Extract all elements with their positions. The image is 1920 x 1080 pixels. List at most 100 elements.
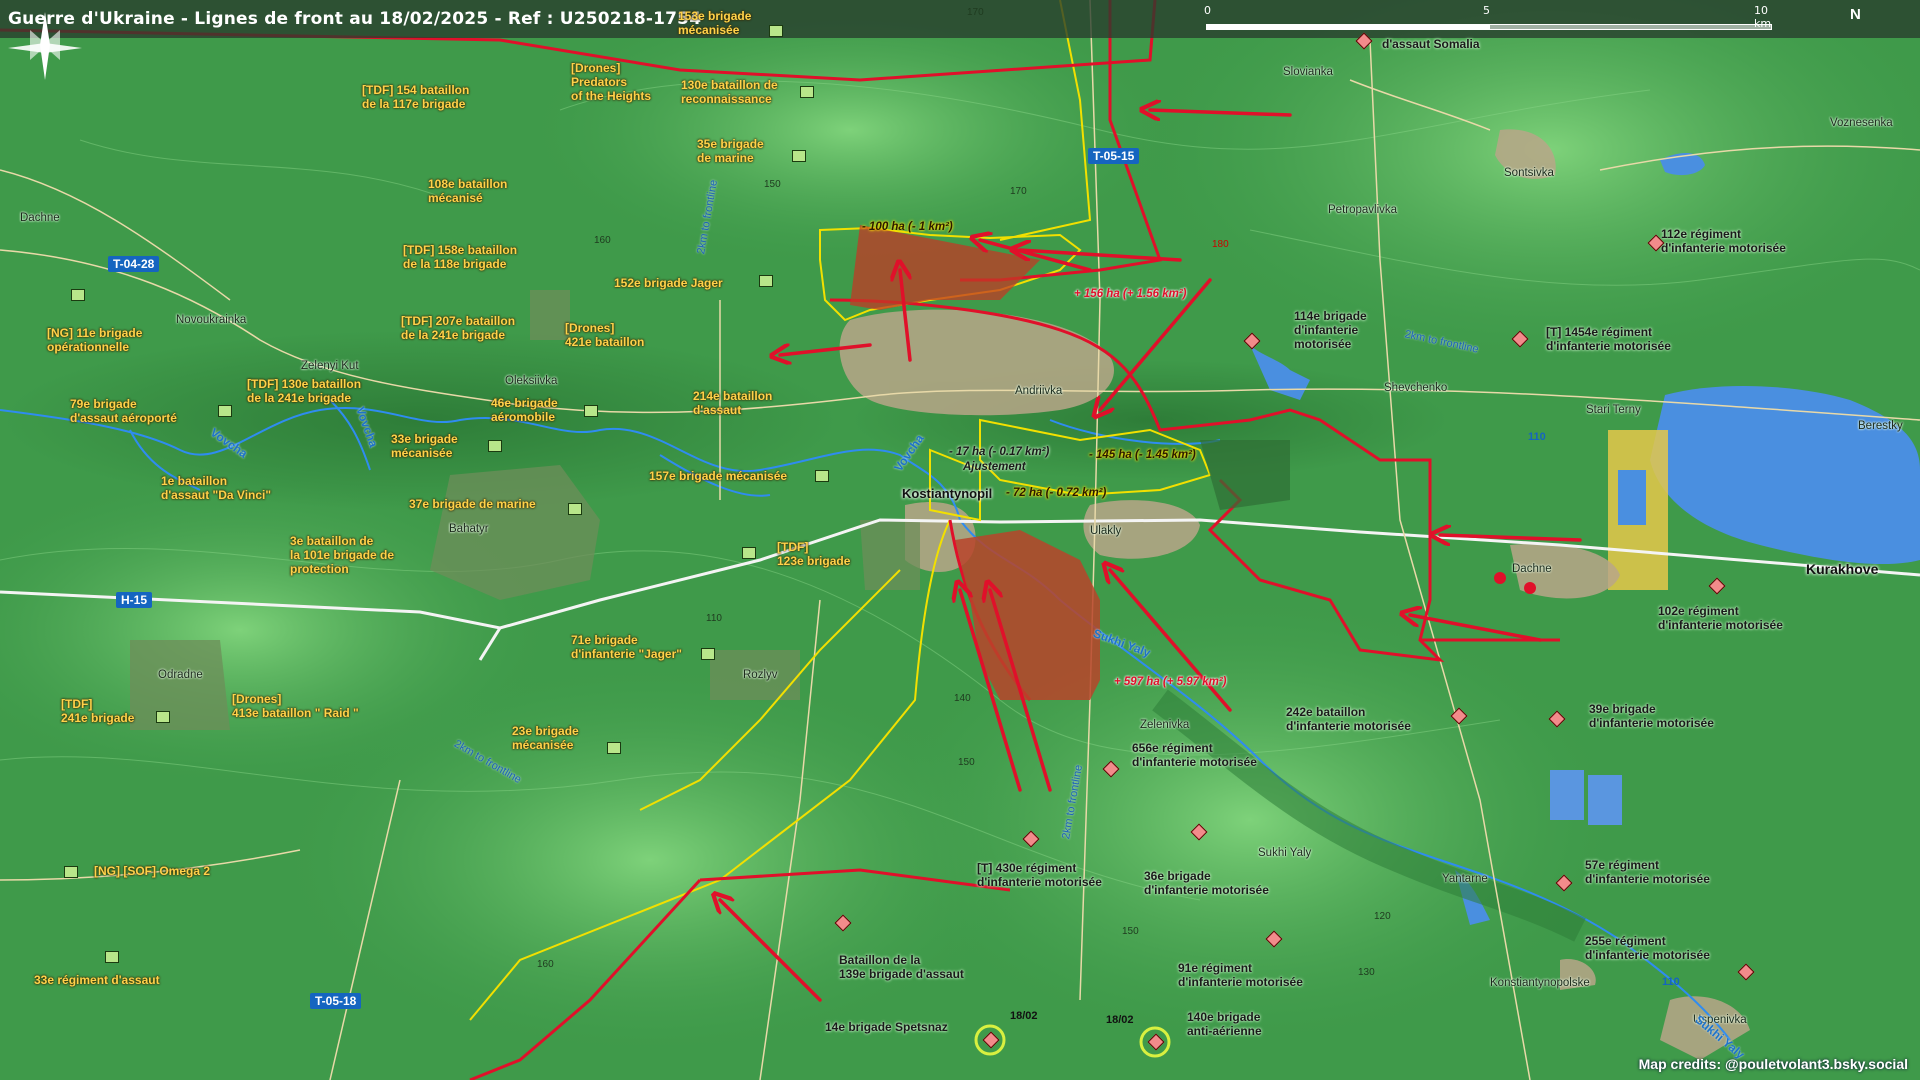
ua-unit-drones-413: [Drones] 413e bataillon " Raid " xyxy=(232,692,359,720)
ru-unit-91-regiment: 91e régiment d'infanterie motorisée xyxy=(1178,961,1303,989)
ua-unit-35-marine: 35e brigade de marine xyxy=(697,137,764,165)
ua-unit-108-mechanized: 108e bataillon mécanisé xyxy=(428,177,508,205)
ua-unit-152-jager: 152e brigade Jager xyxy=(614,276,723,290)
ua-unit-symbol-icon xyxy=(769,25,783,37)
ru-unit-57-regiment: 57e régiment d'infanterie motorisée xyxy=(1585,858,1710,886)
elev-160b: 160 xyxy=(537,959,554,970)
ru-unit-14-spetsnaz: 14e brigade Spetsnaz xyxy=(825,1020,948,1034)
road-110-south: 110 xyxy=(1662,976,1680,988)
scale-segment-2 xyxy=(1489,24,1772,30)
ru-unit-140-aa-brigade: 140e brigade anti-aérienne xyxy=(1187,1010,1262,1038)
elev-170b: 170 xyxy=(1010,186,1027,197)
town-odradne: Odradne xyxy=(158,669,203,681)
ru-unit-102-regiment: 102e régiment d'infanterie motorisée xyxy=(1658,604,1783,632)
ua-unit-130-reconnaissance: 130e bataillon de reconnaissance xyxy=(681,78,778,106)
ua-unit-157-mechanized: 157e brigade mécanisée xyxy=(649,469,788,483)
town-oleksiivka: Oleksiivka xyxy=(505,375,558,387)
date-tag-2: 18/02 xyxy=(1106,1014,1134,1026)
ua-unit-33-mechanized: 33e brigade mécanisée xyxy=(391,432,458,460)
town-voznesenka: Voznesenka xyxy=(1830,117,1893,129)
ua-unit-symbol-icon xyxy=(607,742,621,754)
town-dachne-west: Dachne xyxy=(20,212,60,224)
change-minus-72ha: - 72 ha (- 0.72 km²) xyxy=(1006,487,1107,499)
elev-130: 130 xyxy=(1358,967,1375,978)
town-ulakly: Ulakly xyxy=(1090,525,1122,537)
ru-unit-242-battalion: 242e bataillon d'infanterie motorisée xyxy=(1286,705,1411,733)
ua-unit-23-mechanized: 23e brigade mécanisée xyxy=(512,724,579,752)
town-petropavlivka: Petropavlivka xyxy=(1328,204,1398,216)
change-ajustement: Ajustement xyxy=(963,461,1026,473)
road-t0518: T-05-18 xyxy=(310,993,362,1009)
terrain-layer xyxy=(0,0,1920,1080)
ru-unit-somalia: d'assaut Somalia xyxy=(1382,37,1480,51)
ua-unit-tdf-158: [TDF] 158e bataillon de la 118e brigade xyxy=(403,243,518,271)
ru-unit-656-regiment: 656e régiment d'infanterie motorisée xyxy=(1132,741,1257,769)
map-credits: Map credits: @pouletvolant3.bsky.social xyxy=(1638,1056,1908,1072)
scale-label-5: 5 xyxy=(1483,4,1490,17)
ru-unit-430-regiment: [T] 430e régiment d'infanterie motorisée xyxy=(977,861,1102,889)
ru-unit-112-regiment: 112e régiment d'infanterie motorisée xyxy=(1661,227,1786,255)
ua-unit-tdf-123: [TDF] 123e brigade xyxy=(777,540,851,568)
elev-170a: 170 xyxy=(967,7,984,18)
ua-unit-symbol-icon xyxy=(488,440,502,452)
ua-unit-symbol-icon xyxy=(792,150,806,162)
scale-segment-1 xyxy=(1206,24,1489,30)
town-slovianka: Slovianka xyxy=(1283,66,1333,78)
map-title: Guerre d'Ukraine - Lignes de front au 18… xyxy=(8,9,702,29)
road-t0515: T-05-15 xyxy=(1088,148,1140,164)
town-stari-terny: Stari Terny xyxy=(1586,404,1641,416)
ru-unit-114-brigade: 114e brigade d'infanterie motorisée xyxy=(1294,309,1367,351)
ua-unit-symbol-icon xyxy=(64,866,78,878)
ua-unit-symbol-icon xyxy=(568,503,582,515)
ua-unit-symbol-icon xyxy=(584,405,598,417)
compass-north-label: N xyxy=(1850,6,1861,23)
ua-unit-symbol-icon xyxy=(742,547,756,559)
ua-unit-37-marine: 37e brigade de marine xyxy=(409,497,536,511)
ua-unit-153-brigade: 153e brigade mécanisée xyxy=(678,9,752,37)
ua-unit-tdf-154: [TDF] 154 bataillon de la 117e brigade xyxy=(362,83,470,111)
town-bahatyr: Bahatyr xyxy=(449,523,489,535)
road-110: 110 xyxy=(1528,431,1546,443)
road-h15: H-15 xyxy=(116,592,153,608)
elev-150c: 150 xyxy=(1122,926,1139,937)
ua-unit-tdf-130: [TDF] 130e bataillon de la 241e brigade xyxy=(247,377,362,405)
ua-unit-symbol-icon xyxy=(156,711,170,723)
ua-unit-46-airmobile: 46e brigade aéromobile xyxy=(491,396,558,424)
ua-unit-3-protection: 3e bataillon de la 101e brigade de prote… xyxy=(290,534,395,576)
ua-unit-symbol-icon xyxy=(815,470,829,482)
ru-unit-39-brigade: 39e brigade d'infanterie motorisée xyxy=(1589,702,1714,730)
ua-unit-symbol-icon xyxy=(800,86,814,98)
change-minus-100ha: - 100 ha (- 1 km²) xyxy=(862,221,953,233)
highland-s xyxy=(270,660,1030,1060)
strike-marker-1 xyxy=(1494,572,1506,584)
scale-bar: 0 5 10 km xyxy=(1204,4,1772,30)
pond-1 xyxy=(1618,470,1646,525)
change-plus-597ha: + 597 ha (+ 5.97 km²) xyxy=(1114,676,1227,688)
strike-marker-2 xyxy=(1524,582,1536,594)
town-berestky: Berestky xyxy=(1858,420,1903,432)
elev-160a: 160 xyxy=(594,235,611,246)
ua-unit-ng-sof-omega: [NG] [SOF] Omega 2 xyxy=(94,864,211,878)
town-novoukrainka: Novoukrainka xyxy=(176,314,247,326)
town-zelenivka: Zelenivka xyxy=(1140,719,1190,731)
town-shevchenko: Shevchenko xyxy=(1384,382,1448,394)
town-rozlyv: Rozlyv xyxy=(743,669,778,681)
north-arrow-icon xyxy=(8,12,82,80)
road-t0428: T-04-28 xyxy=(108,256,160,272)
town-sukhi-yaly: Sukhi Yaly xyxy=(1258,847,1312,859)
ua-unit-symbol-icon xyxy=(759,275,773,287)
ru-unit-36-brigade: 36e brigade d'infanterie motorisée xyxy=(1144,869,1269,897)
town-yantarne: Yantarne xyxy=(1442,873,1488,885)
ua-unit-79-airborne: 79e brigade d'assaut aéroporté xyxy=(70,397,177,425)
elev-140: 140 xyxy=(954,693,971,704)
date-tag-1: 18/02 xyxy=(1010,1010,1038,1022)
change-minus-145ha: - 145 ha (- 1.45 km²) xyxy=(1089,449,1196,461)
change-minus-17ha: - 17 ha (- 0.17 km²) xyxy=(949,446,1050,458)
pond-3 xyxy=(1588,775,1622,825)
scale-label-10: 10 km xyxy=(1754,4,1772,30)
town-sontsivka: Sontsivka xyxy=(1504,167,1554,179)
elev-180: 180 xyxy=(1212,239,1229,250)
ru-unit-255-regiment: 255e régiment d'infanterie motorisée xyxy=(1585,934,1710,962)
elev-110: 110 xyxy=(706,613,722,624)
ru-unit-139-assault: Bataillon de la 139e brigade d'assaut xyxy=(839,953,964,981)
